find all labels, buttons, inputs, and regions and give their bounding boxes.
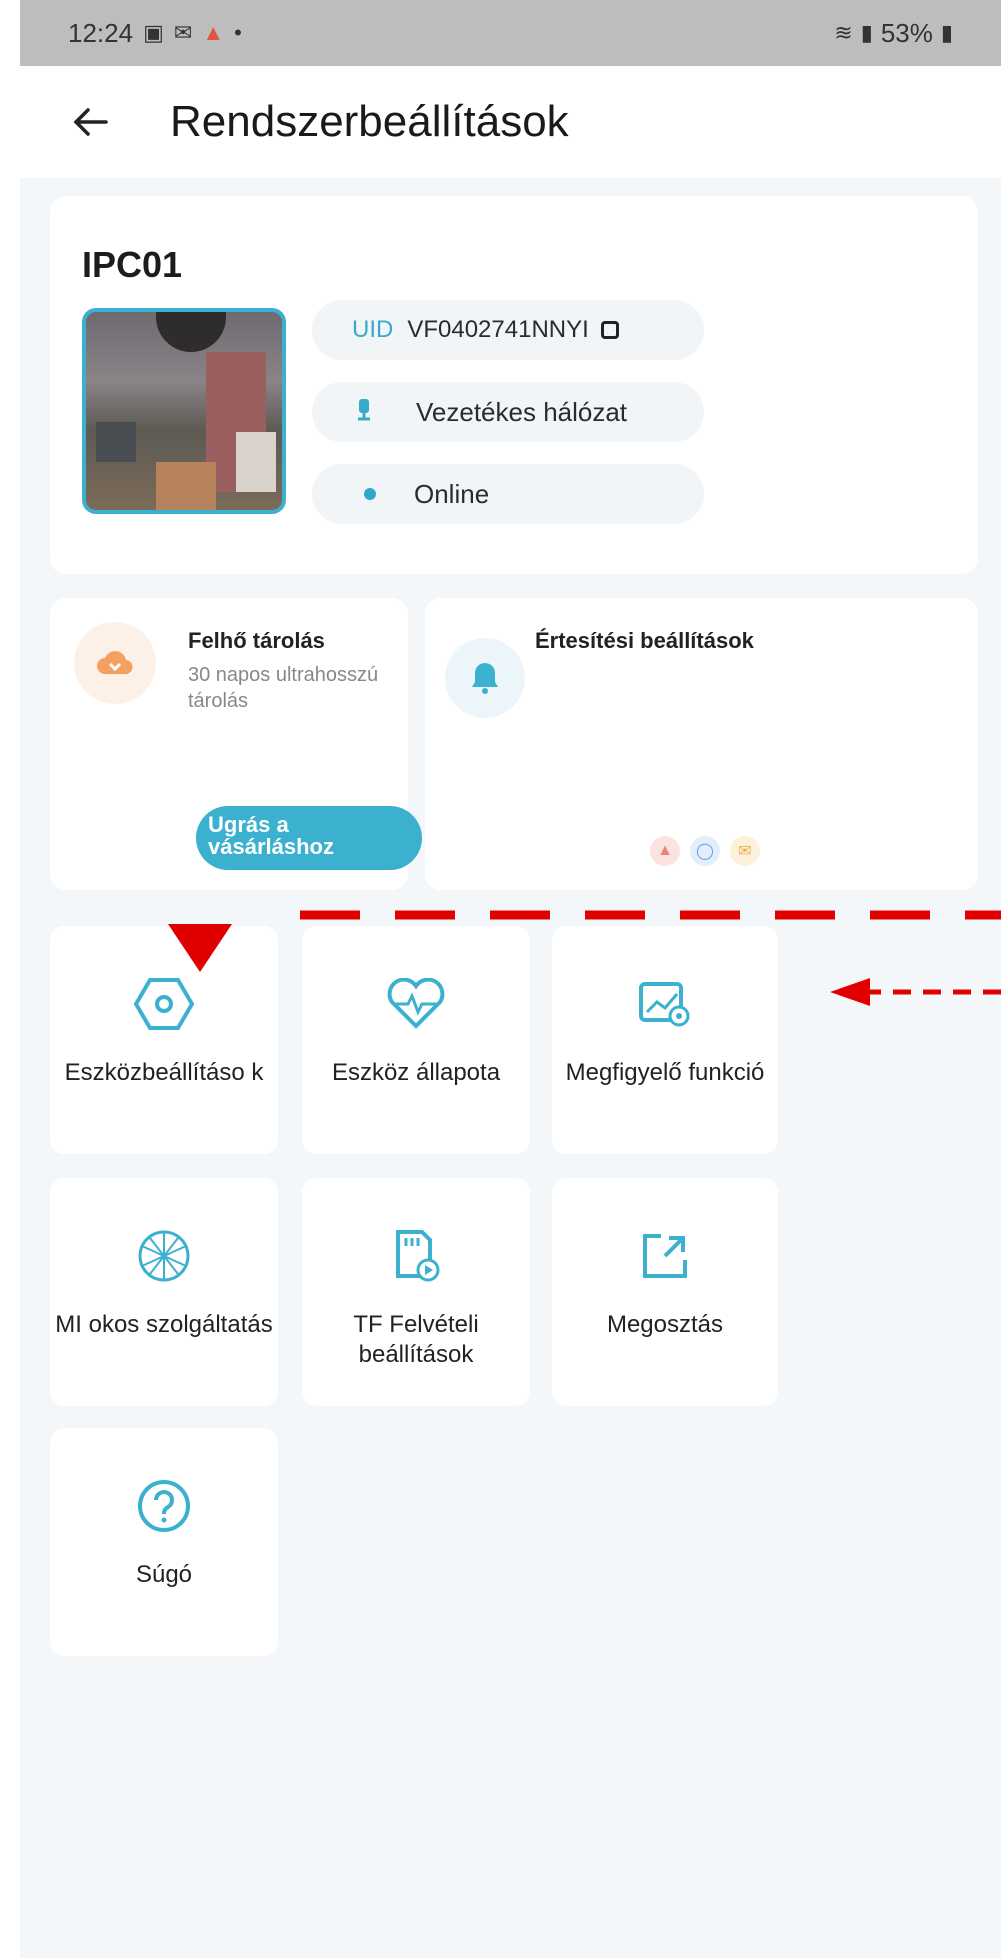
main-content: IPC01 UID VF0402741NNYI Vezetékes hálóza… — [20, 178, 1001, 1958]
wifi-icon: ≋ — [834, 20, 853, 45]
alarm-icon: ▲ — [650, 836, 680, 866]
uid-pill: UID VF0402741NNYI — [312, 300, 704, 360]
tile-label: Megfigyelő funkció — [565, 1059, 765, 1086]
ethernet-icon — [352, 397, 376, 427]
battery-icon: ▮ — [940, 20, 953, 45]
tile-label: MI okos szolgáltatás — [55, 1311, 273, 1338]
tile-tf-recording-settings[interactable]: TF Felvételi beállítások — [302, 1178, 530, 1406]
status-time: 12:24 — [68, 17, 134, 48]
go-to-purchase-button[interactable]: Ugrás a vásárláshoz — [196, 806, 422, 870]
share-icon — [639, 1226, 691, 1286]
google-home-icon: ▲ — [202, 20, 225, 45]
cloud-storage-card[interactable]: Felhő tárolás 30 napos ultrahosszú tárol… — [50, 598, 422, 890]
tile-ai-smart-service[interactable]: MI okos szolgáltatás — [50, 1178, 278, 1406]
battery-percent: 53% — [880, 17, 933, 48]
tile-device-status[interactable]: Eszköz állapota — [302, 926, 530, 1154]
app-bar: Rendszerbeállítások — [20, 66, 1001, 178]
uid-value: VF0402741NNYI — [407, 316, 589, 343]
cloud-icon — [74, 622, 156, 704]
cloud-storage-title: Felhő tárolás — [188, 628, 325, 653]
tile-label: TF Felvételi beállítások — [353, 1311, 479, 1368]
signal-icon: ▮ — [860, 20, 873, 45]
tile-device-settings[interactable]: Eszközbeállításo k — [50, 926, 278, 1154]
status-bar: 12:24 ▣ ✉ ▲ • ≋ ▮ 53% ▮ — [20, 0, 1001, 66]
copy-icon[interactable] — [600, 321, 619, 339]
camera-preview-thumbnail[interactable] — [82, 308, 286, 514]
online-status: Online — [414, 478, 490, 509]
status-left: 12:24 ▣ ✉ ▲ • — [68, 18, 242, 49]
online-dot-icon — [364, 488, 376, 500]
status-right: ≋ ▮ 53% ▮ — [834, 18, 953, 49]
device-name: IPC01 — [82, 244, 183, 285]
notification-settings-card[interactable]: Értesítési beállítások ▲ ◯ ✉ — [425, 598, 978, 890]
mail-icon: ✉ — [730, 836, 760, 866]
uid-label: UID — [352, 316, 394, 343]
monitor-chart-icon — [637, 974, 693, 1034]
network-pill: Vezetékes hálózat — [312, 382, 704, 442]
gmail-icon: ✉ — [173, 20, 193, 45]
page-title: Rendszerbeállítások — [170, 97, 569, 146]
network-type: Vezetékes hálózat — [416, 396, 628, 427]
heart-pulse-icon — [386, 974, 446, 1034]
gallery-icon: ▣ — [143, 20, 164, 45]
tile-help[interactable]: Súgó — [50, 1428, 278, 1656]
tile-label: Eszközbeállításo k — [64, 1059, 264, 1086]
notification-dot-icon: • — [234, 20, 242, 45]
bell-icon — [445, 638, 525, 718]
tile-monitoring-function[interactable]: Megfigyelő funkció — [552, 926, 778, 1154]
tile-sharing[interactable]: Megosztás — [552, 1178, 778, 1406]
hexagon-settings-icon — [134, 974, 194, 1034]
device-card: IPC01 UID VF0402741NNYI Vezetékes hálóza… — [50, 196, 978, 574]
help-icon — [136, 1476, 192, 1536]
notification-settings-title: Értesítési beállítások — [535, 628, 754, 653]
tile-label: Súgó — [135, 1561, 193, 1588]
cloud-storage-subtitle: 30 napos ultrahosszú tárolás — [188, 664, 379, 712]
tile-label: Eszköz állapota — [331, 1059, 501, 1086]
tile-label: Megosztás — [606, 1311, 724, 1338]
back-button[interactable] — [60, 92, 120, 152]
person-icon: ◯ — [690, 836, 720, 866]
ai-network-icon — [136, 1226, 192, 1286]
sd-card-icon — [390, 1226, 442, 1286]
status-pill: Online — [312, 464, 704, 524]
notification-channel-icons: ▲ ◯ ✉ — [650, 836, 760, 866]
back-arrow-icon — [73, 108, 108, 136]
